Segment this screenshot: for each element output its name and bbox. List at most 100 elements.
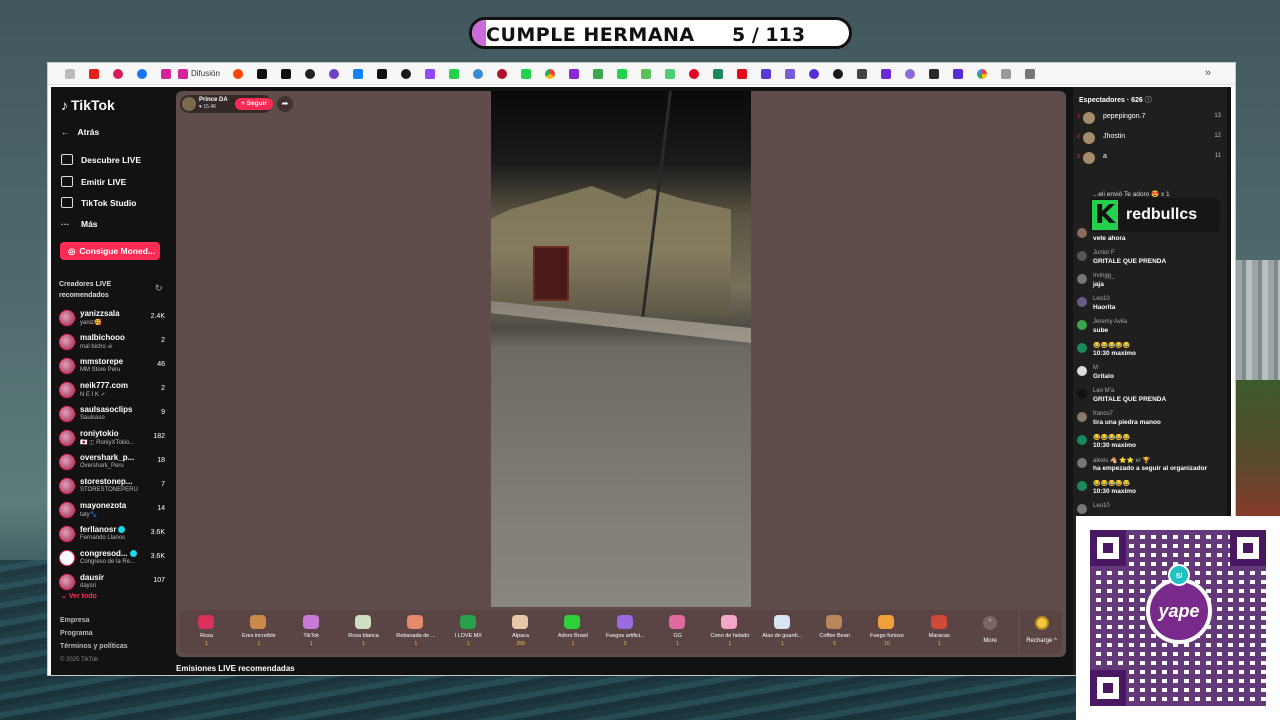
chat-message[interactable]: Leo10 Haorita — [1077, 296, 1223, 318]
gift-item[interactable]: Alpaca 299 — [494, 610, 546, 654]
chat-message[interactable]: Jeremy Avila sube — [1077, 319, 1223, 341]
bookmark-icon-9[interactable] — [778, 63, 802, 85]
apps-icon[interactable] — [58, 63, 82, 85]
footer-link-company[interactable]: Empresa — [60, 617, 90, 624]
creator-item[interactable]: saulsasoclips Saulsaso 9 — [59, 404, 165, 426]
gift-item[interactable]: Rebanada de ... 1 — [389, 610, 441, 654]
x-icon-2[interactable] — [274, 63, 298, 85]
live-video[interactable] — [491, 91, 751, 607]
bookmark-icon-16[interactable] — [946, 63, 970, 85]
gift-item[interactable]: Cono de helado 1 — [703, 610, 755, 654]
share-icon[interactable]: ➦ — [277, 96, 293, 112]
bookmark-icon-11[interactable] — [826, 63, 850, 85]
bookmark-icon-10[interactable] — [802, 63, 826, 85]
x-icon[interactable] — [250, 63, 274, 85]
bookmark-icon-5[interactable] — [634, 63, 658, 85]
bookmark-icon-14[interactable] — [898, 63, 922, 85]
gift-item[interactable]: Alas de guardi... 1 — [756, 610, 808, 654]
creator-item[interactable]: ferllanosr Fernando Llanos 3.6K — [59, 524, 165, 546]
tumblr-icon[interactable] — [394, 63, 418, 85]
creator-item[interactable]: yanizzsala yaniz🥰 2.4K — [59, 308, 165, 330]
creator-item[interactable]: congresod... Congreso de la Re... 3.6K — [59, 548, 165, 570]
bookmark-icon-4[interactable] — [562, 63, 586, 85]
gift-item[interactable]: GG 1 — [651, 610, 703, 654]
bookmark-icon-8[interactable] — [754, 63, 778, 85]
kick-icon[interactable] — [442, 63, 466, 85]
gift-item[interactable]: Fuegos artifici... 5 — [599, 610, 651, 654]
chat-message[interactable]: franco7 tira una piedra manoo — [1077, 411, 1223, 433]
gift-item[interactable]: Rosa 1 — [180, 610, 232, 654]
creator-item[interactable]: storestonep... STORESTONEPERU 7 — [59, 476, 165, 498]
spectator-row[interactable]: 2 Jhostin 12 — [1077, 129, 1221, 147]
see-all-link[interactable]: ⌄ Ver todo — [61, 592, 97, 600]
chat-message[interactable]: Leo M'a GRITALE QUE PRENDA — [1077, 388, 1223, 410]
chat-message[interactable]: 😂😂😂😂😂 10:30 maximo — [1077, 434, 1223, 456]
recharge-button[interactable]: Recharge ^ — [1018, 610, 1062, 654]
gift-item[interactable]: Rosa blanca 1 — [337, 610, 389, 654]
refresh-icon[interactable]: ↻ — [155, 283, 163, 294]
tiktok-logo[interactable]: ♪ TikTok — [61, 97, 115, 113]
more-gifts-button[interactable]: ^ More — [965, 610, 1014, 654]
kick-icon-3[interactable] — [610, 63, 634, 85]
pinterest-icon[interactable] — [682, 63, 706, 85]
bookmark-icon-18[interactable] — [1018, 63, 1042, 85]
spectator-row[interactable]: 3 a 11 — [1077, 149, 1221, 167]
gift-item[interactable]: TikTok 1 — [285, 610, 337, 654]
instagram-icon[interactable] — [154, 63, 178, 85]
kick-icon-2[interactable] — [514, 63, 538, 85]
bookmark-icon-15[interactable] — [922, 63, 946, 85]
twitch-icon[interactable] — [418, 63, 442, 85]
nav-more[interactable]: ··· Más — [61, 219, 98, 229]
chat-message[interactable]: 😂😂😂😂😂 10:30 maximo — [1077, 480, 1223, 502]
footer-link-terms[interactable]: Términos y políticas — [60, 643, 128, 650]
bookmark-icon-12[interactable] — [850, 63, 874, 85]
chat-message[interactable]: M Gritalo — [1077, 365, 1223, 387]
bluesky-icon[interactable] — [346, 63, 370, 85]
reddit-icon[interactable] — [226, 63, 250, 85]
creator-item[interactable]: malbichooo mal bicho ☠ 2 — [59, 332, 165, 354]
get-coins-button[interactable]: ◎ Consigue Moned... — [60, 242, 160, 260]
chat-message[interactable]: Junior F GRITALE QUE PRENDA — [1077, 250, 1223, 272]
gift-item[interactable]: Maracas 1 — [913, 610, 965, 654]
bookmark-icon-17[interactable] — [994, 63, 1018, 85]
gift-item[interactable]: Adoro Brasil 1 — [546, 610, 598, 654]
info-icon[interactable]: ⓘ — [1145, 97, 1152, 104]
creator-item[interactable]: neik777.com N E I K ✓ 2 — [59, 380, 165, 402]
threads-icon[interactable] — [298, 63, 322, 85]
github-icon[interactable] — [322, 63, 346, 85]
chart-icon[interactable] — [586, 63, 610, 85]
facebook-icon[interactable] — [130, 63, 154, 85]
bookmark-icon-6[interactable] — [658, 63, 682, 85]
creator-item[interactable]: dausir daysri 107 — [59, 572, 165, 594]
gift-item[interactable]: I LOVE MX 1 — [442, 610, 494, 654]
chat-message[interactable]: Irvingg_ jaja — [1077, 273, 1223, 295]
bookmark-icon-2[interactable] — [466, 63, 490, 85]
spectator-row[interactable]: 1 pepepingon.7 13 — [1077, 109, 1221, 127]
back-button[interactable]: ← Atrás — [61, 127, 99, 137]
gift-item[interactable]: Eres increíble 1 — [232, 610, 284, 654]
gift-item[interactable]: Coffee Bean 5 — [808, 610, 860, 654]
footer-link-program[interactable]: Programa — [60, 630, 93, 637]
creator-item[interactable]: mmstorepe MM Store Peru 46 — [59, 356, 165, 378]
bookmark-icon-13[interactable] — [874, 63, 898, 85]
gift-item[interactable]: Fuego furioso 10 — [860, 610, 912, 654]
creator-item[interactable]: overshark_p... Overshark_Peru 18 — [59, 452, 165, 474]
bookmark-icon-3[interactable] — [490, 63, 514, 85]
difusion-bookmark[interactable]: Difusión — [178, 63, 226, 85]
bookmark-icon[interactable] — [106, 63, 130, 85]
netflix-icon[interactable] — [730, 63, 754, 85]
chrome-icon[interactable] — [538, 63, 562, 85]
tiktok-icon[interactable] — [370, 63, 394, 85]
chat-message[interactable]: 😂😂😂😂😂 10:30 maximo — [1077, 342, 1223, 364]
bookmarks-more-button[interactable]: » — [1205, 67, 1211, 79]
nav-discover-live[interactable]: Descubre LIVE — [61, 154, 141, 165]
creator-item[interactable]: roniytokio 🇯🇵 🇮 RoniyXTokio... 182 — [59, 428, 165, 450]
creator-item[interactable]: mayonezota taty🐾 14 — [59, 500, 165, 522]
chat-message[interactable]: alexis 🐴 ⭐⭐ er 🏆 ha empezado a seguir al … — [1077, 457, 1223, 479]
nav-go-live[interactable]: Emitir LIVE — [61, 176, 126, 187]
bookmark-icon-7[interactable] — [706, 63, 730, 85]
nav-tiktok-studio[interactable]: TikTok Studio — [61, 197, 136, 208]
follow-button[interactable]: + Seguir — [235, 98, 273, 110]
youtube-icon[interactable] — [82, 63, 106, 85]
google-icon[interactable] — [970, 63, 994, 85]
